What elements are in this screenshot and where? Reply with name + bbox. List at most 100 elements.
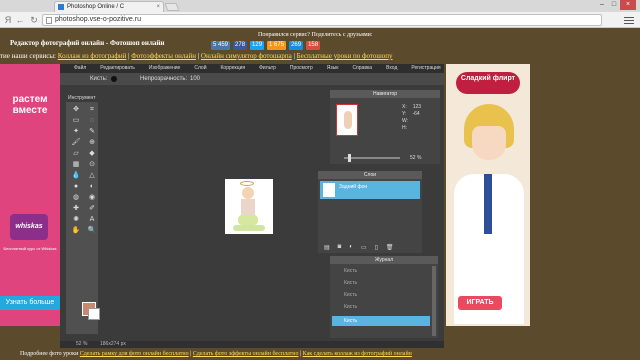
text-tool-icon[interactable]: A <box>86 215 98 225</box>
layer-style-icon[interactable]: ◐ <box>349 244 353 251</box>
liquify-tool-icon[interactable]: ✺ <box>70 215 82 225</box>
marquee-tool-icon[interactable]: ▭ <box>70 116 82 126</box>
layer-props-icon[interactable]: ▤ <box>324 244 330 251</box>
zoom-slider-handle[interactable] <box>348 154 351 162</box>
clone-tool-icon[interactable]: ⊕ <box>86 138 98 148</box>
layer-name: Задний фон <box>339 184 368 190</box>
dodge-tool-icon[interactable]: ● <box>70 182 82 192</box>
history-item[interactable]: Кисть <box>332 290 430 300</box>
share-ok-button[interactable]: 1 675 <box>267 41 287 50</box>
navigator-thumbnail[interactable] <box>336 104 358 136</box>
history-item-active[interactable]: Кисть <box>332 316 430 326</box>
history-item[interactable]: Кисть <box>332 302 430 312</box>
layer-mask-icon[interactable]: ◙ <box>338 244 342 251</box>
red-eye-tool-icon[interactable]: ◉ <box>86 193 98 203</box>
maximize-icon[interactable]: □ <box>608 0 620 10</box>
menu-edit[interactable]: Редактировать <box>100 64 135 73</box>
canvas-halo <box>240 181 254 186</box>
share-gplus-button[interactable]: 158 <box>306 41 321 50</box>
menu-login[interactable]: Вход <box>386 64 397 73</box>
close-window-icon[interactable]: × <box>620 0 636 10</box>
site-title: Редактор фотографий онлайн - Фотошоп онл… <box>10 39 165 47</box>
crop-tool-icon[interactable]: ⌗ <box>86 105 98 115</box>
services-prefix: тие наши сервисы: <box>0 52 58 60</box>
ad-play-button[interactable]: ИГРАТЬ <box>458 296 502 310</box>
back-arrow-icon[interactable]: ← <box>14 14 26 26</box>
footer-link-collage[interactable]: Как сделать коллаж из фотографий онлайн <box>303 351 412 357</box>
tools-panel-header: Инструмент <box>66 94 98 102</box>
menu-view[interactable]: Просмотр <box>290 64 313 73</box>
minimize-icon[interactable]: – <box>596 0 608 10</box>
layer-delete-icon[interactable]: 🗑 <box>386 244 394 251</box>
ad-game-logo: Сладкий флирт <box>456 72 520 94</box>
move-tool-icon[interactable]: ✥ <box>70 105 82 115</box>
logo-icon[interactable]: Я <box>2 14 14 26</box>
ad-banner-right[interactable]: Сладкий флирт ИГРАТЬ <box>446 64 530 326</box>
gradient-tool-icon[interactable]: ▦ <box>70 160 82 170</box>
image-canvas[interactable] <box>225 179 273 234</box>
menu-image[interactable]: Изображение <box>149 64 181 73</box>
hand-tool-icon[interactable]: ✋ <box>70 226 82 236</box>
stamp-tool-icon[interactable]: ⊙ <box>86 160 98 170</box>
menu-adjust[interactable]: Коррекция <box>221 64 246 73</box>
sponge-tool-icon[interactable]: ◍ <box>70 193 82 203</box>
lasso-tool-icon[interactable]: ◌ <box>86 116 98 126</box>
zoom-tool-icon[interactable]: 🔍 <box>86 226 98 236</box>
layer-row[interactable]: Задний фон <box>320 181 420 199</box>
history-item[interactable]: Кисть <box>332 266 430 276</box>
reload-icon[interactable]: ↻ <box>28 14 40 26</box>
spot-heal-tool-icon[interactable]: ✚ <box>70 204 82 214</box>
opacity-input[interactable]: 100 <box>190 73 200 85</box>
menu-filter[interactable]: Фильтр <box>259 64 276 73</box>
close-tab-icon[interactable]: × <box>156 2 160 12</box>
eyedropper-tool-icon[interactable]: ✐ <box>86 204 98 214</box>
menu-language[interactable]: Язык <box>327 64 339 73</box>
ad-brand: whiskas <box>10 214 48 240</box>
browser-tab[interactable]: Photoshop Online / С × <box>54 1 164 12</box>
service-link-simulator[interactable]: Онлайн симулятор фотошарпа <box>201 52 292 60</box>
window-controls: – □ × <box>596 0 636 10</box>
layer-new-icon[interactable]: ▯ <box>375 244 378 251</box>
footer-link-effects[interactable]: Сделать фото эффекты онлайн бесплатно <box>193 351 299 357</box>
footer-link-frame[interactable]: Сделать рамку для фото онлайн бесплатно <box>80 351 189 357</box>
drop-tool-icon[interactable]: 💧 <box>70 171 82 181</box>
history-item[interactable]: Кисть <box>332 278 430 288</box>
menu-file[interactable]: Файл <box>74 64 86 73</box>
wand-tool-icon[interactable]: ✦ <box>70 127 82 137</box>
page-icon <box>46 17 52 24</box>
footer-prefix: Подробнее фото уроки <box>20 351 80 357</box>
menu-layer[interactable]: Слой <box>194 64 206 73</box>
zoom-percent[interactable]: 52 <box>410 155 416 161</box>
service-link-lessons[interactable]: Бесплатные уроки по фотошопу <box>297 52 393 60</box>
brush-tool-icon[interactable]: 🖌 <box>70 138 82 148</box>
share-vk-button[interactable]: 5 459 <box>211 41 231 50</box>
navigator-zoom: 52 % <box>336 154 436 162</box>
share-twitter-button[interactable]: 129 <box>250 41 265 50</box>
new-tab-button[interactable] <box>164 3 180 11</box>
share-mail-button[interactable]: 269 <box>289 41 304 50</box>
menu-icon[interactable] <box>624 15 634 25</box>
ad-banner-left[interactable]: растем вместе whiskas Бесплатный курс от… <box>0 64 60 326</box>
brush-preview-icon[interactable] <box>111 76 117 82</box>
burn-tool-icon[interactable]: ◐ <box>86 182 98 192</box>
browser-titlebar: Photoshop Online / С × – □ × <box>0 0 640 12</box>
ad-character-face <box>472 126 506 160</box>
layer-folder-icon[interactable]: ▭ <box>361 244 367 251</box>
share-facebook-button[interactable]: 278 <box>233 41 248 50</box>
ad-learn-more-button[interactable]: Узнать больше <box>0 296 60 310</box>
service-link-collage[interactable]: Коллаж из фотографий <box>58 52 127 60</box>
share-label: Понравился сервис? Поделитесь с друзьями… <box>258 32 373 38</box>
history-header: Журнал <box>330 256 438 264</box>
zoom-slider-track[interactable] <box>344 157 400 159</box>
menu-help[interactable]: Справка <box>352 64 372 73</box>
menu-register[interactable]: Регистрация <box>411 64 440 73</box>
sharpen-tool-icon[interactable]: △ <box>86 171 98 181</box>
eraser-tool-icon[interactable]: ▱ <box>70 149 82 159</box>
address-bar[interactable]: photoshop.vse-o-pozitive.ru <box>42 14 602 26</box>
history-scrollbar[interactable] <box>432 266 436 336</box>
bucket-tool-icon[interactable]: ◆ <box>86 149 98 159</box>
nav-h-label: H: <box>402 125 407 131</box>
background-color-swatch[interactable] <box>88 308 100 320</box>
pencil-tool-icon[interactable]: ✎ <box>86 127 98 137</box>
service-link-effects[interactable]: Фотоэффекты онлайн <box>131 52 196 60</box>
